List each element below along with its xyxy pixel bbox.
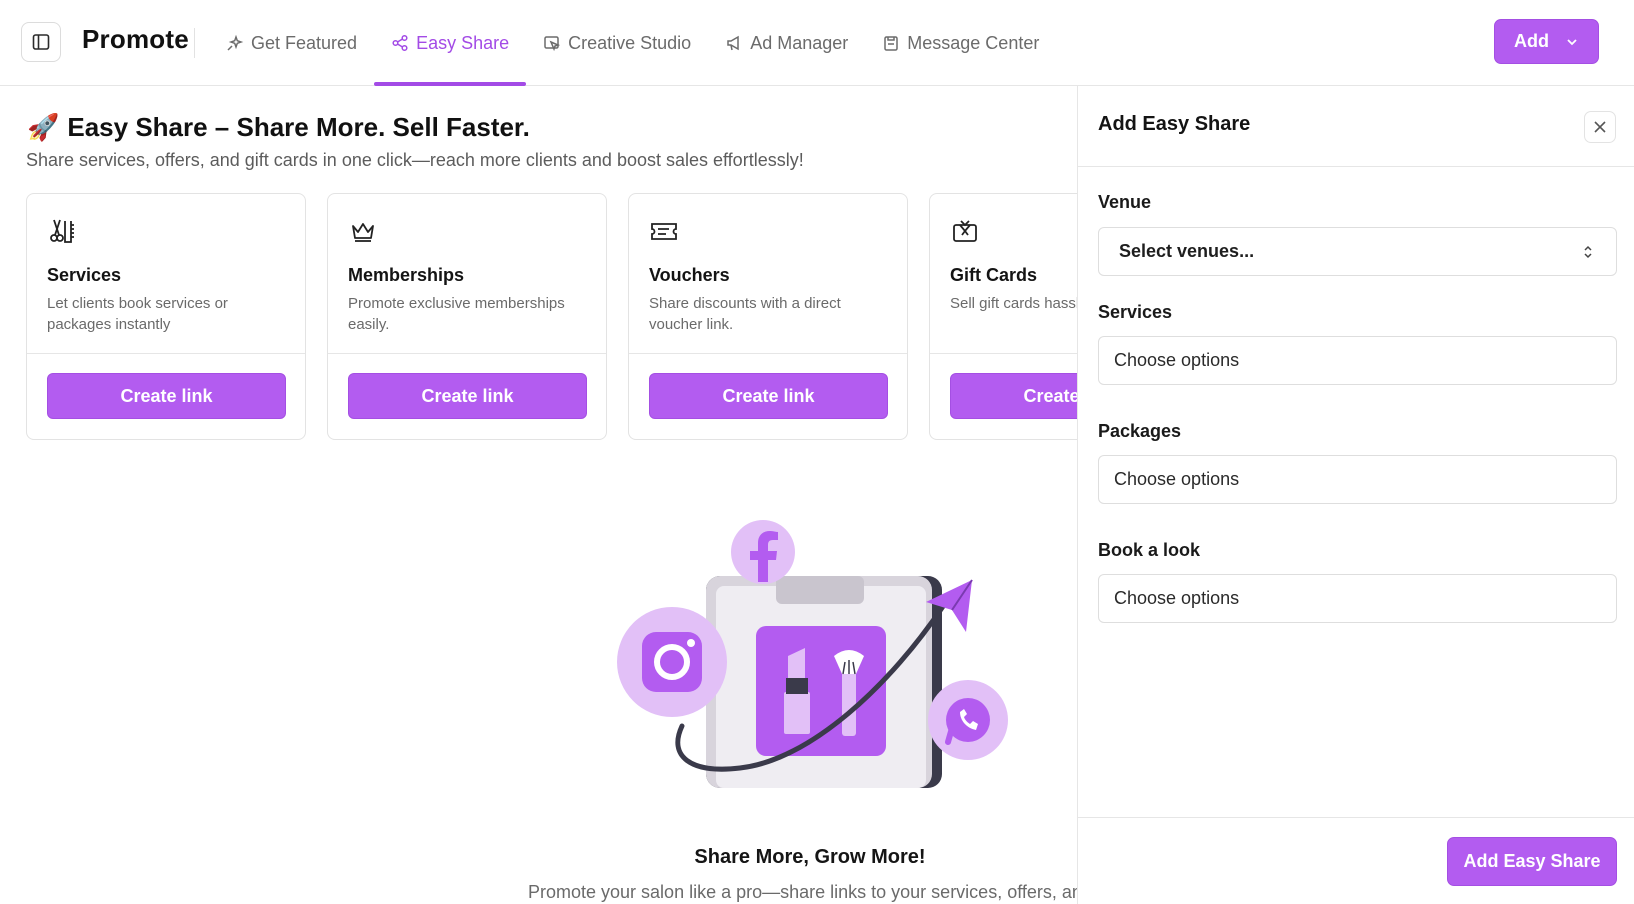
chevron-updown-icon [1584, 245, 1592, 259]
card-title: Vouchers [649, 265, 730, 285]
page-title: 🚀 Easy Share – Share More. Sell Faster. [27, 112, 530, 143]
card-memberships: Memberships Promote exclusive membership… [327, 193, 607, 440]
divider [629, 353, 907, 354]
tab-label: Ad Manager [750, 32, 849, 53]
book-a-look-placeholder: Choose options [1114, 588, 1240, 608]
rocket-icon: 🚀 [27, 112, 60, 142]
card-description: Share discounts with a direct voucher li… [649, 295, 841, 333]
services-placeholder: Choose options [1114, 350, 1240, 370]
share-type-cards: Services Let clients book services or pa… [26, 193, 1077, 440]
services-label: Services [1098, 302, 1173, 322]
add-button-label: Add [1514, 31, 1549, 51]
book-a-look-label: Book a look [1098, 540, 1201, 560]
page-brand: Promote [82, 24, 189, 54]
gift-card-icon [950, 216, 980, 246]
tab-get-featured[interactable]: Get Featured [224, 0, 374, 86]
main-content: 🚀 Easy Share – Share More. Sell Faster. … [0, 86, 1077, 904]
tab-label: Creative Studio [568, 32, 692, 53]
megaphone-icon [727, 35, 739, 51]
share-illustration [617, 520, 1008, 788]
packages-placeholder: Choose options [1114, 469, 1240, 489]
venue-label: Venue [1098, 192, 1152, 212]
tab-creative-studio[interactable]: Creative Studio [526, 0, 708, 86]
empty-state-subtitle: Promote your salon like a pro—share link… [528, 882, 1077, 902]
create-link-button[interactable]: Create link [47, 373, 286, 419]
card-vouchers: Vouchers Share discounts with a direct v… [628, 193, 908, 440]
empty-state-title-text: Share More, Grow More! [694, 846, 926, 868]
close-icon [1594, 121, 1606, 133]
create-link-button[interactable]: Create link [950, 373, 1077, 419]
card-description: Promote exclusive memberships easily. [348, 295, 565, 333]
packages-label: Packages [1098, 421, 1182, 441]
card-description: Let clients book services or packages in… [47, 295, 228, 333]
services-multiselect[interactable]: Choose options [1098, 336, 1617, 385]
close-button[interactable] [1584, 111, 1616, 143]
inbox-icon [884, 36, 899, 51]
divider [328, 353, 606, 354]
card-title: Memberships [348, 265, 465, 285]
page-title-text: Easy Share – Share More. Sell Faster. [67, 112, 530, 142]
packages-multiselect[interactable]: Choose options [1098, 455, 1617, 504]
add-easy-share-drawer: Add Easy Share Venue Select venues... Se… [1077, 86, 1634, 904]
tab-message-center[interactable]: Message Center [865, 0, 1056, 86]
create-link-button[interactable]: Create link [348, 373, 587, 419]
top-bar: Promote Get Featured Easy Share Creative… [0, 0, 1634, 86]
tab-label: Easy Share [416, 32, 510, 53]
tab-label: Get Featured [251, 32, 358, 53]
sparkle-icon [227, 34, 244, 51]
create-link-button[interactable]: Create link [649, 373, 888, 419]
design-icon [544, 36, 561, 52]
empty-state-title: Share More, Grow More! [0, 846, 1077, 869]
ticket-icon [649, 216, 679, 246]
share-icon [392, 34, 408, 52]
tab-easy-share[interactable]: Easy Share [374, 0, 527, 86]
divider [1078, 166, 1634, 167]
card-title: Gift Cards [950, 265, 1038, 285]
sidebar-icon [32, 34, 50, 50]
card-title: Services [47, 265, 122, 285]
crown-icon [348, 216, 378, 246]
divider [930, 353, 1077, 354]
tab-label: Message Center [907, 32, 1040, 53]
add-easy-share-button[interactable]: Add Easy Share [1447, 837, 1617, 886]
book-a-look-multiselect[interactable]: Choose options [1098, 574, 1617, 623]
divider [27, 353, 305, 354]
nav-tabs: Get Featured Easy Share Creative Studio … [224, 0, 1056, 86]
tab-ad-manager[interactable]: Ad Manager [708, 0, 865, 86]
divider [194, 28, 195, 58]
card-gift-cards: Gift Cards Sell gift cards hassle-free o… [929, 193, 1077, 440]
sidebar-toggle-button[interactable] [21, 22, 61, 62]
venue-select-value: Select venues... [1119, 241, 1255, 261]
divider [1078, 817, 1634, 818]
card-services: Services Let clients book services or pa… [26, 193, 306, 440]
venue-select[interactable]: Select venues... [1098, 227, 1617, 276]
chevron-down-icon [1567, 38, 1577, 45]
card-description: Sell gift cards hassle-free online. [950, 295, 1077, 312]
drawer-title: Add Easy Share [1098, 113, 1251, 135]
add-button[interactable]: Add [1494, 19, 1599, 64]
page-subtitle: Share services, offers, and gift cards i… [26, 150, 804, 170]
scissors-comb-icon [47, 216, 77, 246]
